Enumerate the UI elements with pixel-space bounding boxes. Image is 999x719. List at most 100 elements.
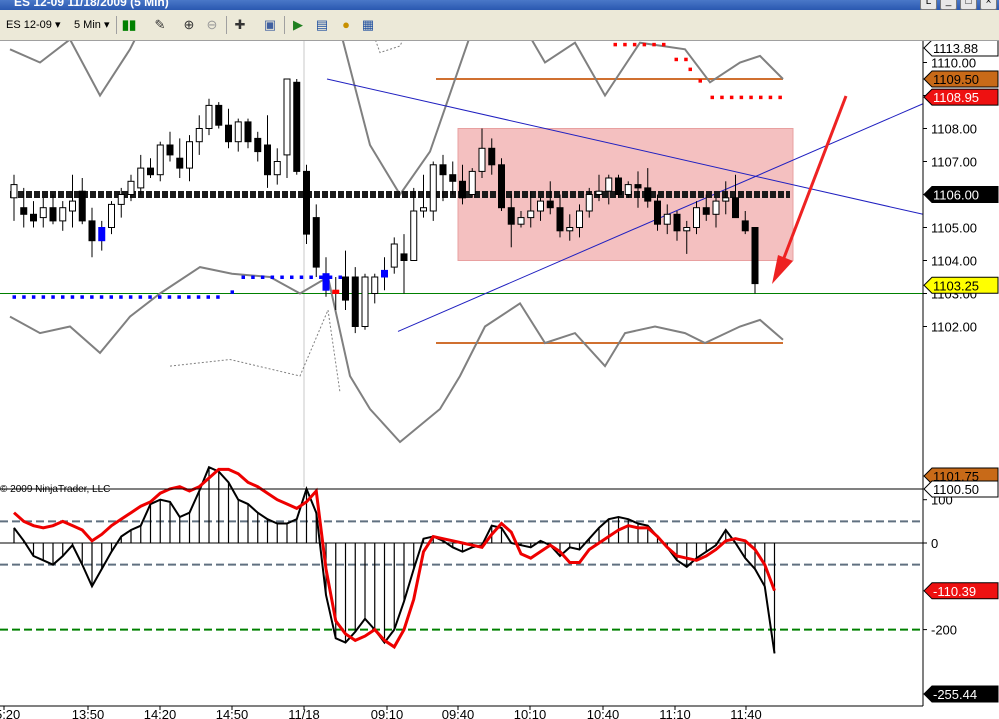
stop-dot-blue	[128, 295, 133, 299]
candle-body	[361, 276, 369, 327]
stop-dot-blue	[299, 275, 304, 279]
stop-dot-blue	[196, 295, 201, 299]
stop-dot-blue	[206, 295, 210, 299]
stop-dot-blue	[31, 295, 36, 299]
stop-dot-blue	[280, 275, 284, 279]
window-titlebar[interactable]: ES 12-09 11/18/2009 (5 Min) L _ □ ×	[0, 0, 999, 10]
properties-icon[interactable]: ▣	[262, 17, 278, 33]
crosshair-icon[interactable]: ✚	[232, 17, 248, 33]
stop-dot-blue	[290, 275, 294, 279]
x-tick-label: 09:40	[442, 707, 475, 719]
candle-body	[59, 207, 67, 222]
zoom-in-icon[interactable]: ⊕	[181, 17, 197, 33]
data-box-icon[interactable]: ▦	[360, 17, 376, 33]
x-tick-label: 15:20	[0, 707, 20, 719]
stop-dot-blue	[51, 295, 55, 299]
window-controls: L _ □ ×	[920, 0, 997, 10]
candle-body	[556, 207, 564, 232]
price-value-label: 1106.00	[933, 188, 979, 203]
candlestick-style-icon[interactable]: ▮▮	[121, 17, 137, 33]
x-tick-label: 09:10	[371, 707, 404, 719]
stop-dot-blue	[216, 295, 220, 299]
candle-body	[264, 144, 271, 176]
stop-dot-blue	[338, 275, 342, 279]
stop-dot-blue	[41, 295, 46, 299]
indicators-icon[interactable]: ▶	[290, 17, 306, 33]
stop-dot-blue	[167, 295, 172, 299]
x-tick-label: 14:20	[144, 707, 177, 719]
candle-body	[351, 276, 359, 327]
lower-outer-band	[169, 308, 341, 393]
price-tick-label: 1107.00	[931, 155, 977, 170]
stop-dot-red	[768, 95, 773, 100]
candle-body	[576, 210, 583, 228]
candle-body	[166, 144, 174, 156]
close-button[interactable]: ×	[980, 0, 997, 10]
candle-body	[176, 157, 184, 169]
candle-body	[439, 164, 447, 176]
candle-body	[254, 137, 262, 153]
candle-body	[322, 273, 330, 291]
zoom-out-icon[interactable]: ⊖	[204, 17, 220, 33]
stop-dot-blue	[61, 295, 65, 299]
candle-body	[234, 121, 242, 143]
candle-body	[342, 276, 349, 301]
candle-body	[605, 177, 613, 192]
x-tick-label: 11:10	[659, 707, 691, 719]
candle-body	[156, 144, 164, 176]
candle-body	[517, 217, 525, 225]
candle-body	[215, 104, 223, 126]
stop-dot-red	[613, 42, 617, 47]
stop-dot-red	[729, 95, 734, 100]
chart-canvas[interactable]: 1102.001103.001104.001105.001106.001107.…	[0, 41, 999, 719]
strategy-icon[interactable]: ▤	[314, 17, 330, 33]
candle-body	[381, 269, 388, 278]
oscillator-panel	[0, 465, 923, 654]
x-tick-label: 10:10	[514, 707, 547, 719]
stop-dot-blue	[177, 295, 181, 299]
stop-dot-red	[662, 42, 666, 47]
candle-body	[624, 184, 632, 196]
candle-body	[312, 217, 320, 268]
candle-body	[741, 220, 749, 232]
stop-dot-red	[778, 95, 782, 100]
candle-body	[693, 207, 700, 228]
stop-dot-blue	[230, 290, 234, 294]
candle-body	[488, 147, 496, 166]
stop-dot-blue	[99, 295, 104, 299]
pencil-draw-icon[interactable]: ✎	[152, 17, 168, 33]
candle-body	[88, 220, 96, 242]
stop-dot-blue	[12, 295, 16, 299]
stop-dot-blue	[319, 275, 323, 279]
candle-body	[634, 184, 642, 189]
price-panel	[0, 41, 924, 487]
candle-body	[390, 243, 398, 268]
chart-trader-icon[interactable]: ●	[338, 17, 354, 33]
candle-body	[49, 207, 57, 222]
maximize-button[interactable]: □	[960, 0, 977, 10]
price-tick-label: 1108.00	[931, 122, 977, 137]
candle-body	[10, 184, 18, 199]
candle-body	[712, 200, 720, 215]
interval-selector[interactable]: 5 Min ▾	[74, 16, 110, 34]
price-value-label: 1103.25	[933, 278, 979, 293]
minimize-button[interactable]: _	[940, 0, 957, 10]
price-tick-label: 1102.00	[931, 320, 977, 335]
stop-dot-blue	[80, 295, 84, 299]
candle-body	[39, 207, 47, 219]
candle-body	[673, 213, 681, 232]
oscillator-tick-label: 0	[931, 536, 938, 551]
candle-body	[225, 124, 232, 143]
candle-body	[244, 121, 252, 143]
link-button[interactable]: L	[920, 0, 937, 10]
candle-body	[595, 190, 603, 195]
candle-body	[205, 104, 213, 130]
stop-dot-blue	[22, 295, 26, 299]
candle-body	[30, 213, 37, 222]
candle-body	[615, 177, 622, 195]
stop-dot-blue	[119, 295, 123, 299]
window-title: ES 12-09 11/18/2009 (5 Min)	[14, 0, 169, 9]
candle-body	[108, 203, 115, 228]
instrument-selector[interactable]: ES 12-09 ▾	[6, 16, 60, 34]
stop-dot-blue	[138, 295, 143, 299]
